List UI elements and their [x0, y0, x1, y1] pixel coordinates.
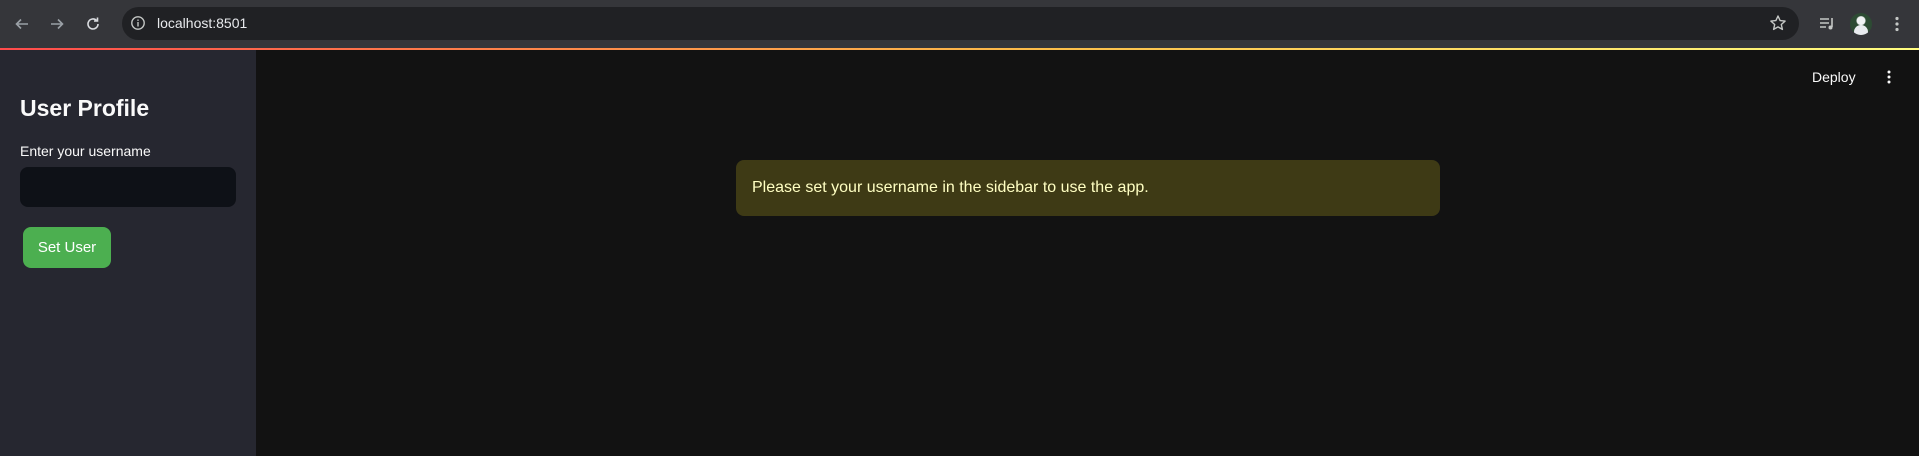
- browser-toolbar: localhost:8501: [0, 0, 1919, 48]
- address-bar[interactable]: localhost:8501: [122, 7, 1799, 40]
- warning-alert: Please set your username in the sidebar …: [736, 160, 1440, 216]
- deploy-button[interactable]: Deploy: [1812, 68, 1856, 86]
- bookmark-star-icon[interactable]: [1769, 14, 1787, 32]
- forward-arrow-icon[interactable]: [45, 12, 69, 36]
- media-controls-icon[interactable]: [1815, 12, 1839, 36]
- username-input[interactable]: [20, 167, 236, 207]
- site-info-icon[interactable]: [130, 15, 146, 31]
- browser-menu-icon[interactable]: [1885, 12, 1909, 36]
- url-text[interactable]: localhost:8501: [157, 15, 247, 32]
- username-label: Enter your username: [20, 143, 151, 159]
- sidebar-title: User Profile: [20, 95, 150, 121]
- back-arrow-icon[interactable]: [10, 12, 34, 36]
- reload-icon[interactable]: [81, 12, 105, 36]
- more-vert-icon[interactable]: [1879, 67, 1899, 87]
- set-user-button[interactable]: Set User: [23, 227, 111, 268]
- profile-avatar[interactable]: [1850, 13, 1872, 35]
- main-content: [256, 50, 1919, 456]
- warning-message: Please set your username in the sidebar …: [752, 179, 1149, 196]
